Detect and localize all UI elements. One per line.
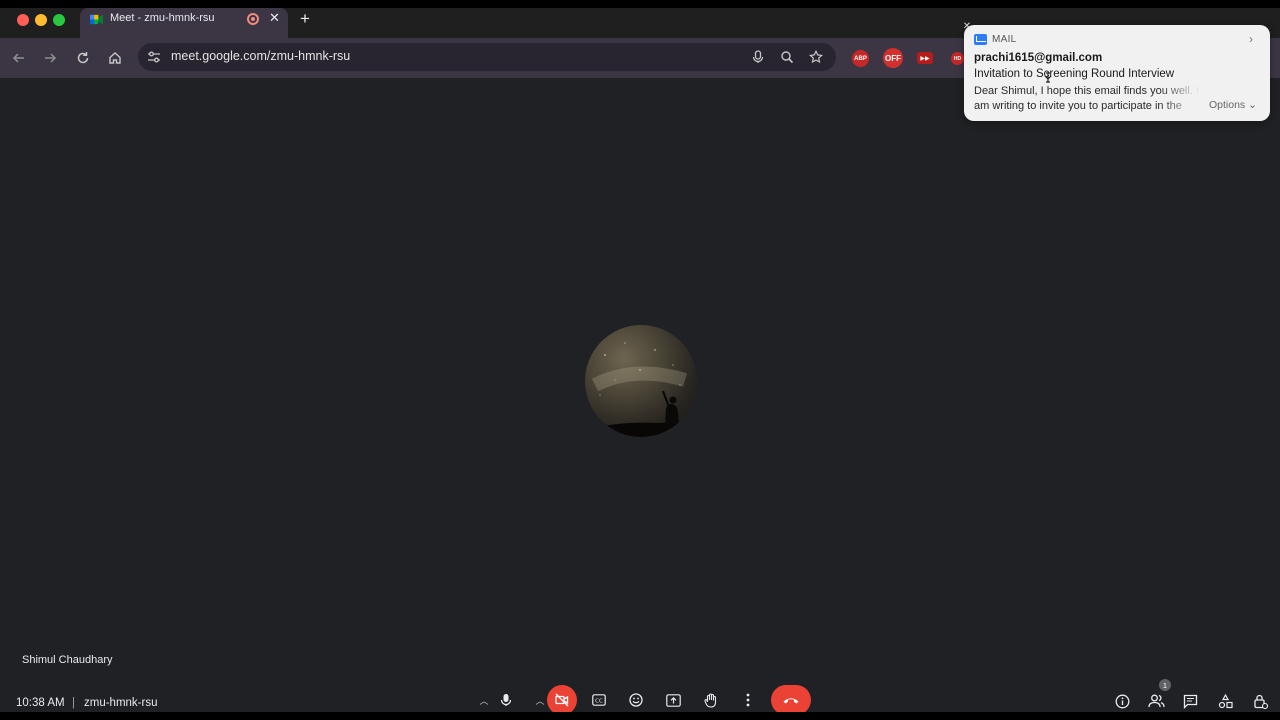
notification-subject: Invitation to Screening Round Interview [974, 68, 1175, 80]
back-icon[interactable] [9, 48, 29, 68]
site-info-icon[interactable] [147, 50, 161, 64]
off-extension-icon[interactable]: OFF [883, 48, 903, 68]
notification-expand-chevron-icon[interactable]: › [1249, 32, 1253, 46]
audio-options-chevron-icon[interactable]: ︿ [476, 685, 492, 712]
meeting-details-icon[interactable] [1112, 691, 1132, 711]
voice-search-icon[interactable] [750, 49, 766, 65]
hang-up-icon [783, 698, 799, 704]
night-sky-avatar-image [585, 342, 697, 437]
url-text[interactable]: meet.google.com/zmu-hmnk-rsu [171, 49, 350, 63]
adblock-extension-icon[interactable]: ABP [852, 50, 869, 67]
captions-icon: CC [592, 694, 606, 706]
home-icon[interactable] [105, 48, 125, 68]
notification-body: Dear Shimul, I hope this email finds you… [974, 85, 1199, 112]
zoom-icon[interactable] [779, 49, 795, 65]
reload-icon[interactable] [73, 48, 93, 68]
notification-app-name: MAIL [992, 34, 1017, 45]
tab-meet[interactable]: Meet - zmu-hmnk-rsu ✕ [80, 8, 288, 38]
forward-icon[interactable] [40, 48, 60, 68]
participant-name-label: Shimul Chaudhary [22, 654, 113, 666]
microphone-icon [500, 694, 512, 706]
window-zoom-button[interactable] [53, 14, 65, 26]
hand-icon [704, 692, 717, 708]
tab-title: Meet - zmu-hmnk-rsu [110, 12, 215, 24]
more-vert-icon [746, 693, 750, 707]
camera-off-button[interactable] [547, 685, 577, 712]
browser-window: Meet - zmu-hmnk-rsu ✕ + meet.google.com/… [0, 8, 1280, 712]
video-options-chevron-icon[interactable]: ︿ [532, 685, 548, 712]
emoji-icon [629, 693, 643, 707]
reactions-button[interactable] [621, 685, 651, 712]
meeting-info-separator: | [72, 697, 75, 709]
mouse-cursor-icon [1044, 72, 1052, 83]
participant-count-badge: 1 [1159, 679, 1171, 691]
video-extension-icon[interactable]: ▶▶ [917, 52, 933, 64]
window-minimize-button[interactable] [35, 14, 47, 26]
mail-notification[interactable]: MAIL › prachi1615@gmail.com Invitation t… [964, 25, 1270, 121]
meet-stage: Shimul Chaudhary 10:38 AM | zmu-hmnk-rsu… [0, 78, 1280, 712]
present-screen-button[interactable] [658, 685, 688, 712]
window-close-button[interactable] [17, 14, 29, 26]
new-tab-button[interactable]: + [300, 9, 310, 29]
participant-avatar [585, 325, 697, 437]
tab-close-icon[interactable]: ✕ [269, 10, 280, 26]
bookmark-star-icon[interactable] [808, 49, 824, 65]
host-controls-icon[interactable] [1250, 691, 1270, 711]
leave-call-button[interactable] [771, 685, 811, 712]
present-screen-icon [665, 693, 681, 707]
google-meet-icon [90, 14, 103, 25]
meeting-code: zmu-hmnk-rsu [84, 697, 158, 709]
meeting-time: 10:38 AM [16, 697, 65, 709]
microphone-button[interactable] [491, 685, 521, 712]
svg-text:CC: CC [595, 698, 603, 704]
notification-options-button[interactable]: Options ⌄ [1209, 99, 1257, 111]
more-options-button[interactable] [733, 685, 763, 712]
mail-app-icon [974, 34, 987, 45]
camera-off-icon [555, 693, 569, 707]
notification-close-icon[interactable]: ✕ [961, 20, 973, 32]
captions-button[interactable]: CC [584, 685, 614, 712]
chat-icon[interactable] [1180, 691, 1200, 711]
activities-icon[interactable] [1215, 691, 1235, 711]
address-bar[interactable]: meet.google.com/zmu-hmnk-rsu [138, 43, 836, 71]
people-icon[interactable] [1146, 691, 1166, 711]
raise-hand-button[interactable] [696, 685, 726, 712]
recording-indicator-icon [247, 13, 259, 25]
hd-extension-icon[interactable]: HD [951, 52, 964, 65]
notification-sender: prachi1615@gmail.com [974, 52, 1103, 64]
